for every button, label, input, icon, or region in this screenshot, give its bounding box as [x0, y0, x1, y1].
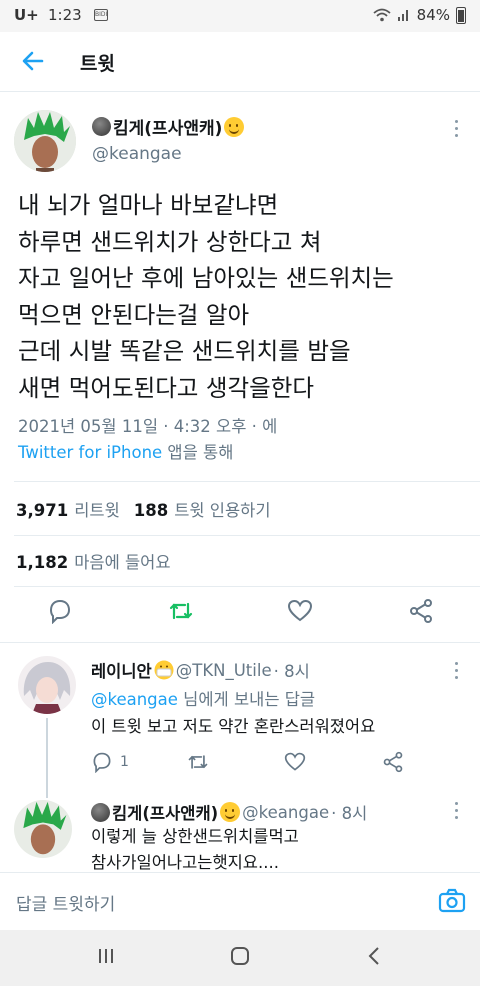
tweet-line: 먹으면 안된다는걸 알아 — [18, 300, 250, 329]
reply-header: 킴게(프사앤캐) @keangae · 8시 — [91, 800, 367, 824]
more-options-icon[interactable] — [453, 802, 459, 820]
reply-mention[interactable]: @keangae — [91, 690, 178, 709]
likes-label: 마음에 들어요 — [74, 553, 171, 572]
author-handle[interactable]: @keangae — [92, 144, 182, 164]
retweet-icon[interactable] — [187, 751, 209, 773]
retweets-count: 3,971 — [16, 501, 69, 520]
system-nav-bar — [0, 930, 480, 986]
reply-line: 이렇게 늘 상한샌드위치를먹고 — [91, 827, 299, 846]
reply-composer[interactable]: 답글 트윗하기 — [0, 872, 480, 930]
tweet-line: 새면 먹어도된다고 생각을한다 — [18, 373, 314, 402]
reply-age: · 8시 — [331, 804, 368, 823]
tweet-line: 내 뇌가 얼마나 바보같냐면 — [18, 191, 279, 219]
quotes-label: 트윗 인용하기 — [174, 501, 271, 520]
reply-count: 1 — [120, 754, 129, 770]
carrier-label: U+ — [14, 6, 39, 24]
reply-to-suffix: 님에게 보내는 답글 — [177, 690, 316, 709]
reply-author-name[interactable]: 킴게(프사앤캐) — [112, 800, 218, 824]
avatar[interactable] — [18, 656, 76, 714]
reply-author-name[interactable]: 레이니안 — [91, 658, 152, 682]
share-icon[interactable] — [382, 751, 404, 773]
likes-stats[interactable]: 1,182 마음에 들어요 — [16, 549, 171, 573]
share-icon[interactable] — [408, 598, 434, 624]
tweet-body: 내 뇌가 얼마나 바보같냐면 하루면 샌드위치가 상한다고 쳐 자고 일어난 후… — [18, 187, 468, 406]
tweet-line: 근데 시발 똑같은 샌드위치를 밤을 — [18, 337, 351, 365]
page-title: 트윗 — [80, 53, 115, 75]
tweet-timestamp: 2021년 05월 11일 · 4:32 오후 · 에 — [18, 417, 278, 436]
reply-icon[interactable] — [47, 598, 73, 624]
tweet-line: 자고 일어난 후에 남아있는 샌드위치는 — [18, 264, 394, 292]
dark-moon-emoji-icon — [91, 802, 110, 822]
more-options-icon[interactable] — [453, 662, 459, 680]
divider — [14, 481, 480, 482]
author-name-row[interactable]: 킴게(프사앤캐) — [92, 114, 245, 139]
retweet-icon[interactable] — [168, 598, 194, 624]
source-suffix: 앱을 통해 — [162, 443, 234, 462]
heart-icon[interactable] — [287, 598, 313, 624]
reply-author-handle[interactable]: @TKN_Utile — [176, 661, 272, 680]
tweet-meta: 2021년 05월 11일 · 4:32 오후 · 에 Twitter for … — [18, 414, 277, 466]
reply-input[interactable]: 답글 트윗하기 — [16, 890, 115, 915]
retweets-label: 리트윗 — [74, 501, 120, 520]
app-header: 트윗 — [0, 32, 480, 92]
back-icon[interactable] — [366, 946, 382, 966]
reply-header: 레이니안 @TKN_Utile · 8시 — [91, 658, 310, 682]
reply-author-handle[interactable]: @keangae — [242, 803, 329, 822]
wifi-icon — [373, 8, 391, 22]
mask-emoji-icon — [154, 660, 174, 680]
dark-moon-emoji-icon — [92, 117, 111, 136]
avatar[interactable] — [14, 800, 72, 858]
signal-icon — [397, 10, 408, 21]
clock: 1:23 — [48, 6, 82, 24]
heart-icon[interactable] — [284, 751, 306, 773]
arrow-left-icon[interactable] — [20, 48, 46, 74]
status-bar: U+ 1:23 BIDI 84% — [0, 0, 480, 32]
replying-to: @keangae 님에게 보내는 답글 — [91, 686, 315, 710]
divider — [0, 642, 480, 643]
smile-emoji-icon — [224, 116, 245, 137]
tweet-actions — [0, 598, 480, 630]
reply-text: 이 트윗 보고 저도 약간 혼란스러워졌어요 — [91, 717, 376, 736]
sim-icon: BIDI — [94, 9, 108, 21]
avatar[interactable] — [14, 110, 76, 172]
reply-text: 이렇게 늘 상한샌드위치를먹고 참사가일어나고는햇지요.... — [91, 824, 299, 876]
divider — [14, 586, 480, 587]
camera-icon[interactable] — [438, 887, 466, 915]
likes-count: 1,182 — [16, 553, 69, 572]
recents-icon[interactable] — [96, 946, 116, 966]
thread-line — [46, 718, 48, 798]
quotes-count: 188 — [133, 501, 169, 520]
smile-emoji-icon — [220, 802, 241, 822]
tweet-line: 하루면 샌드위치가 상한다고 쳐 — [18, 227, 322, 256]
divider — [14, 535, 480, 536]
battery-icon — [456, 6, 466, 24]
reply-age: · 8시 — [273, 662, 310, 681]
source-app-link[interactable]: Twitter for iPhone — [18, 443, 162, 462]
battery-percent: 84% — [416, 6, 450, 24]
home-icon[interactable] — [229, 946, 251, 966]
reply-icon[interactable] — [91, 751, 113, 773]
more-options-icon[interactable] — [453, 120, 459, 138]
author-name: 킴게(프사앤캐) — [113, 119, 223, 139]
retweet-quote-stats[interactable]: 3,971 리트윗 188 트윗 인용하기 — [16, 497, 271, 521]
